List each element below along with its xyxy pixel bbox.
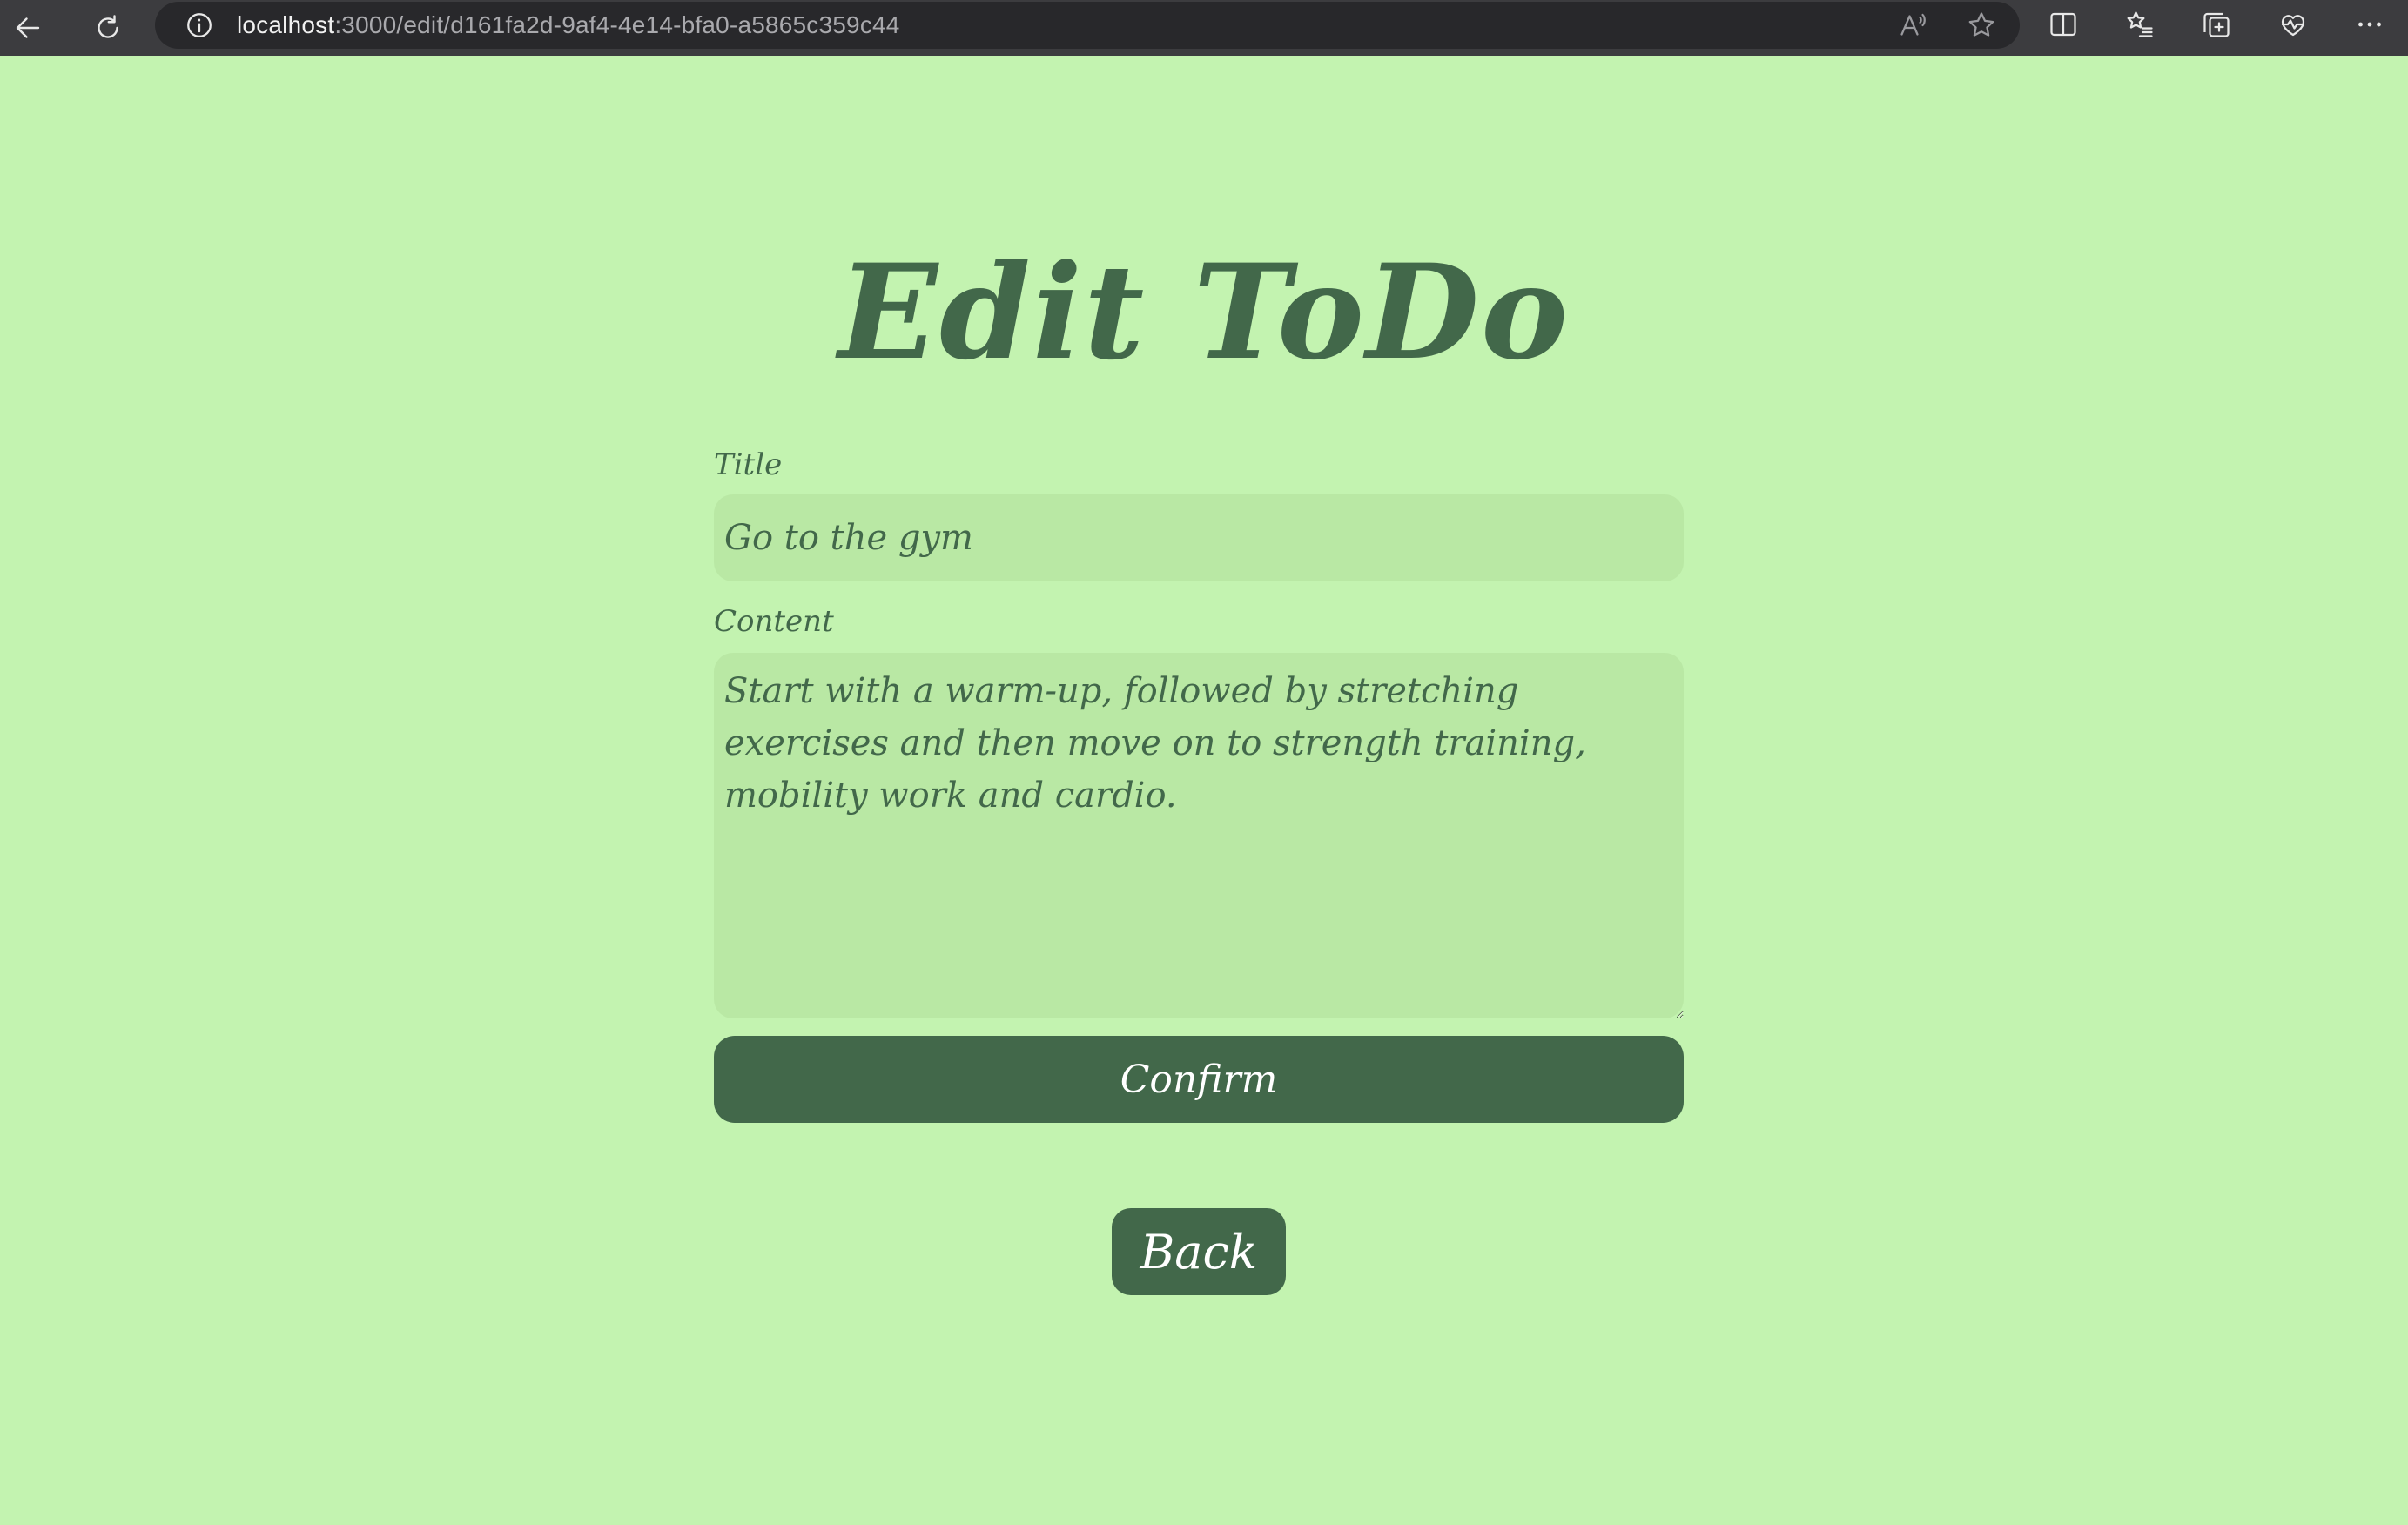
favorite-star-icon[interactable]: [1961, 1, 2002, 50]
read-aloud-icon[interactable]: [1893, 1, 1934, 50]
edit-todo-form: Title Content Start with a warm-up, foll…: [714, 444, 1684, 1123]
refresh-icon[interactable]: [82, 3, 134, 52]
url-host: localhost: [237, 11, 335, 38]
url-path: :3000/edit/d161fa2d-9af4-4e14-bfa0-a5865…: [334, 11, 900, 38]
page-content: Edit ToDo Title Content Start with a war…: [0, 56, 2408, 1525]
browser-toolbar: localhost:3000/edit/d161fa2d-9af4-4e14-b…: [0, 0, 2408, 56]
url-text[interactable]: localhost:3000/edit/d161fa2d-9af4-4e14-b…: [237, 11, 900, 39]
info-icon[interactable]: [185, 10, 214, 40]
browser-essentials-icon[interactable]: [2255, 0, 2331, 49]
title-input[interactable]: [714, 494, 1684, 581]
page-title: Edit ToDo: [837, 236, 1571, 389]
content-textarea[interactable]: Start with a warm-up, followed by stretc…: [714, 653, 1684, 1018]
address-bar[interactable]: localhost:3000/edit/d161fa2d-9af4-4e14-b…: [155, 2, 2020, 49]
confirm-button[interactable]: Confirm: [714, 1036, 1684, 1123]
title-label: Title: [714, 447, 783, 482]
back-arrow-icon[interactable]: [2, 3, 54, 52]
favorites-list-icon[interactable]: [2102, 0, 2178, 49]
content-label: Content: [714, 604, 834, 639]
split-screen-icon[interactable]: [2025, 0, 2102, 49]
more-options-icon[interactable]: [2331, 0, 2408, 49]
collections-icon[interactable]: [2178, 0, 2255, 49]
back-button[interactable]: Back: [1112, 1208, 1286, 1295]
